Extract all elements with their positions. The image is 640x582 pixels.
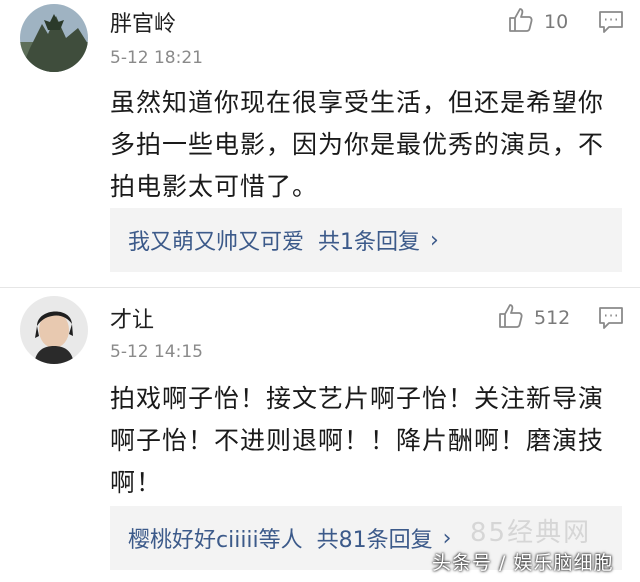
comment-bubble-icon (598, 11, 624, 38)
reply-count[interactable]: 共1条回复 (318, 224, 420, 256)
comment-text: 拍戏啊子怡！接文艺片啊子怡！关注新导演啊子怡！不进则退啊！！降片酬啊！磨演技啊！ (110, 384, 605, 497)
like-count: 512 (534, 307, 571, 329)
comment-item: 才让 5-12 14:15 512 拍戏啊子怡！接文艺片啊子怡！关注新导演啊子怡… (0, 288, 640, 582)
thumbs-up-icon (506, 6, 534, 38)
username[interactable]: 胖官岭 (110, 6, 176, 38)
avatar[interactable] (20, 4, 88, 72)
comment-text: 虽然知道你现在很享受生活，但还是希望你多拍一些电影，因为你是最优秀的演员，不拍电… (110, 88, 605, 201)
thumbs-up-icon (496, 302, 524, 334)
watermark-source: 头条号 / 娱乐脑细胞 (432, 552, 614, 574)
reply-count[interactable]: 共81条回复 (317, 522, 433, 554)
avatar[interactable] (20, 296, 88, 364)
reply-button[interactable] (598, 10, 624, 38)
replies-summary[interactable]: 我又萌又帅又可爱 共1条回复 › (110, 208, 622, 272)
comment-timestamp: 5-12 18:21 (110, 48, 203, 68)
comment-timestamp: 5-12 14:15 (110, 342, 203, 362)
like-count: 10 (544, 11, 569, 33)
like-button[interactable]: 10 (506, 6, 568, 38)
reply-button[interactable] (598, 306, 624, 334)
like-button[interactable]: 512 (496, 302, 570, 334)
comment-item: 胖官岭 5-12 18:21 10 虽然知道你现在很享受生活，但还是希望你多拍一… (0, 0, 640, 288)
comment-bubble-icon (598, 307, 624, 334)
username[interactable]: 才让 (110, 302, 154, 334)
reply-user[interactable]: 樱桃好好ciiiii等人 (128, 522, 303, 554)
chevron-right-icon: › (442, 525, 452, 551)
chevron-right-icon: › (430, 227, 439, 253)
reply-user[interactable]: 我又萌又帅又可爱 (128, 224, 304, 256)
